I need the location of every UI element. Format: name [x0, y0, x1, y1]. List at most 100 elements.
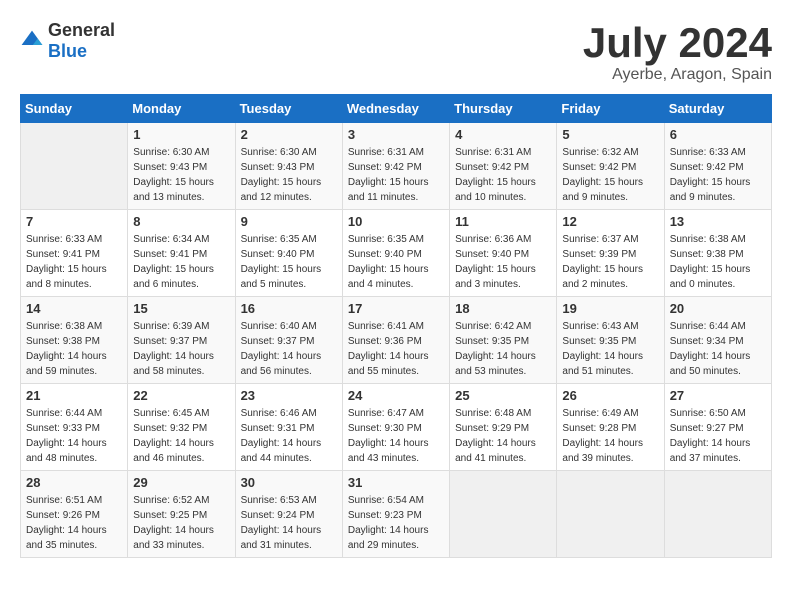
day-number: 11	[455, 214, 551, 229]
day-number: 30	[241, 475, 337, 490]
cell-content: Sunrise: 6:33 AMSunset: 9:42 PMDaylight:…	[670, 145, 766, 205]
calendar-cell	[21, 123, 128, 210]
cell-content: Sunrise: 6:37 AMSunset: 9:39 PMDaylight:…	[562, 232, 658, 292]
header-monday: Monday	[128, 95, 235, 123]
calendar-cell: 15 Sunrise: 6:39 AMSunset: 9:37 PMDayligh…	[128, 297, 235, 384]
month-title: July 2024	[583, 20, 772, 66]
calendar-cell: 4 Sunrise: 6:31 AMSunset: 9:42 PMDaylight…	[450, 123, 557, 210]
calendar-cell: 3Sunrise: 6:31 AMSunset: 9:42 PMDaylight…	[342, 123, 449, 210]
calendar-cell: 16 Sunrise: 6:40 AMSunset: 9:37 PMDayligh…	[235, 297, 342, 384]
week-row-1: 1 Sunrise: 6:30 AMSunset: 9:43 PMDaylight…	[21, 123, 772, 210]
day-number: 19	[562, 301, 658, 316]
cell-content: Sunrise: 6:40 AMSunset: 9:37 PMDaylight:…	[241, 319, 337, 379]
day-number: 12	[562, 214, 658, 229]
day-number: 27	[670, 388, 766, 403]
header-tuesday: Tuesday	[235, 95, 342, 123]
calendar-cell: 31 Sunrise: 6:54 AMSunset: 9:23 PMDayligh…	[342, 471, 449, 558]
day-number: 28	[26, 475, 122, 490]
day-number: 15	[133, 301, 229, 316]
cell-content: Sunrise: 6:35 AMSunset: 9:40 PMDaylight:…	[241, 232, 337, 292]
day-number: 26	[562, 388, 658, 403]
calendar-cell: 20 Sunrise: 6:44 AMSunset: 9:34 PMDayligh…	[664, 297, 771, 384]
cell-content: Sunrise: 6:33 AMSunset: 9:41 PMDaylight:…	[26, 232, 122, 292]
cell-content: Sunrise: 6:51 AMSunset: 9:26 PMDaylight:…	[26, 493, 122, 553]
header-sunday: Sunday	[21, 95, 128, 123]
calendar-cell: 24 Sunrise: 6:47 AMSunset: 9:30 PMDayligh…	[342, 384, 449, 471]
day-number: 21	[26, 388, 122, 403]
cell-content: Sunrise: 6:46 AMSunset: 9:31 PMDaylight:…	[241, 406, 337, 466]
page-header: General Blue July 2024 Ayerbe, Aragon, S…	[20, 20, 772, 84]
day-number: 4	[455, 127, 551, 142]
week-row-5: 28 Sunrise: 6:51 AMSunset: 9:26 PMDayligh…	[21, 471, 772, 558]
day-number: 13	[670, 214, 766, 229]
calendar-cell: 17Sunrise: 6:41 AMSunset: 9:36 PMDayligh…	[342, 297, 449, 384]
week-row-3: 14Sunrise: 6:38 AMSunset: 9:38 PMDayligh…	[21, 297, 772, 384]
cell-content: Sunrise: 6:47 AMSunset: 9:30 PMDaylight:…	[348, 406, 444, 466]
cell-content: Sunrise: 6:42 AMSunset: 9:35 PMDaylight:…	[455, 319, 551, 379]
day-number: 1	[133, 127, 229, 142]
logo-general: General	[48, 20, 115, 40]
day-number: 9	[241, 214, 337, 229]
calendar-cell: 5Sunrise: 6:32 AMSunset: 9:42 PMDaylight…	[557, 123, 664, 210]
cell-content: Sunrise: 6:35 AMSunset: 9:40 PMDaylight:…	[348, 232, 444, 292]
calendar-cell: 22 Sunrise: 6:45 AMSunset: 9:32 PMDayligh…	[128, 384, 235, 471]
day-number: 24	[348, 388, 444, 403]
calendar-cell: 28 Sunrise: 6:51 AMSunset: 9:26 PMDayligh…	[21, 471, 128, 558]
logo-icon	[20, 29, 44, 53]
calendar-cell: 14Sunrise: 6:38 AMSunset: 9:38 PMDayligh…	[21, 297, 128, 384]
day-number: 2	[241, 127, 337, 142]
calendar-cell: 29 Sunrise: 6:52 AMSunset: 9:25 PMDayligh…	[128, 471, 235, 558]
cell-content: Sunrise: 6:31 AMSunset: 9:42 PMDaylight:…	[348, 145, 444, 205]
day-number: 22	[133, 388, 229, 403]
cell-content: Sunrise: 6:49 AMSunset: 9:28 PMDaylight:…	[562, 406, 658, 466]
calendar-cell: 2Sunrise: 6:30 AMSunset: 9:43 PMDaylight…	[235, 123, 342, 210]
calendar-cell: 12 Sunrise: 6:37 AMSunset: 9:39 PMDayligh…	[557, 210, 664, 297]
cell-content: Sunrise: 6:44 AMSunset: 9:34 PMDaylight:…	[670, 319, 766, 379]
title-section: July 2024 Ayerbe, Aragon, Spain	[583, 20, 772, 84]
day-number: 7	[26, 214, 122, 229]
header-wednesday: Wednesday	[342, 95, 449, 123]
logo-blue: Blue	[48, 41, 87, 61]
day-number: 16	[241, 301, 337, 316]
cell-content: Sunrise: 6:31 AMSunset: 9:42 PMDaylight:…	[455, 145, 551, 205]
cell-content: Sunrise: 6:38 AMSunset: 9:38 PMDaylight:…	[670, 232, 766, 292]
calendar-cell	[450, 471, 557, 558]
calendar-cell: 19Sunrise: 6:43 AMSunset: 9:35 PMDayligh…	[557, 297, 664, 384]
header-thursday: Thursday	[450, 95, 557, 123]
calendar-cell: 1 Sunrise: 6:30 AMSunset: 9:43 PMDaylight…	[128, 123, 235, 210]
calendar-cell	[557, 471, 664, 558]
day-number: 6	[670, 127, 766, 142]
day-number: 8	[133, 214, 229, 229]
cell-content: Sunrise: 6:36 AMSunset: 9:40 PMDaylight:…	[455, 232, 551, 292]
calendar-cell: 9 Sunrise: 6:35 AMSunset: 9:40 PMDaylight…	[235, 210, 342, 297]
cell-content: Sunrise: 6:48 AMSunset: 9:29 PMDaylight:…	[455, 406, 551, 466]
calendar-cell: 23 Sunrise: 6:46 AMSunset: 9:31 PMDayligh…	[235, 384, 342, 471]
day-number: 20	[670, 301, 766, 316]
location: Ayerbe, Aragon, Spain	[583, 66, 772, 84]
calendar-cell	[664, 471, 771, 558]
header-saturday: Saturday	[664, 95, 771, 123]
week-row-4: 21Sunrise: 6:44 AMSunset: 9:33 PMDayligh…	[21, 384, 772, 471]
cell-content: Sunrise: 6:30 AMSunset: 9:43 PMDaylight:…	[133, 145, 229, 205]
header-friday: Friday	[557, 95, 664, 123]
calendar-cell: 21Sunrise: 6:44 AMSunset: 9:33 PMDayligh…	[21, 384, 128, 471]
header-row: SundayMondayTuesdayWednesdayThursdayFrid…	[21, 95, 772, 123]
calendar-cell: 30Sunrise: 6:53 AMSunset: 9:24 PMDayligh…	[235, 471, 342, 558]
day-number: 29	[133, 475, 229, 490]
calendar-cell: 6 Sunrise: 6:33 AMSunset: 9:42 PMDaylight…	[664, 123, 771, 210]
day-number: 31	[348, 475, 444, 490]
cell-content: Sunrise: 6:52 AMSunset: 9:25 PMDaylight:…	[133, 493, 229, 553]
day-number: 17	[348, 301, 444, 316]
week-row-2: 7 Sunrise: 6:33 AMSunset: 9:41 PMDaylight…	[21, 210, 772, 297]
cell-content: Sunrise: 6:39 AMSunset: 9:37 PMDaylight:…	[133, 319, 229, 379]
cell-content: Sunrise: 6:50 AMSunset: 9:27 PMDaylight:…	[670, 406, 766, 466]
calendar-cell: 27 Sunrise: 6:50 AMSunset: 9:27 PMDayligh…	[664, 384, 771, 471]
day-number: 18	[455, 301, 551, 316]
day-number: 23	[241, 388, 337, 403]
cell-content: Sunrise: 6:45 AMSunset: 9:32 PMDaylight:…	[133, 406, 229, 466]
day-number: 25	[455, 388, 551, 403]
cell-content: Sunrise: 6:32 AMSunset: 9:42 PMDaylight:…	[562, 145, 658, 205]
calendar-cell: 25 Sunrise: 6:48 AMSunset: 9:29 PMDayligh…	[450, 384, 557, 471]
cell-content: Sunrise: 6:38 AMSunset: 9:38 PMDaylight:…	[26, 319, 122, 379]
cell-content: Sunrise: 6:54 AMSunset: 9:23 PMDaylight:…	[348, 493, 444, 553]
